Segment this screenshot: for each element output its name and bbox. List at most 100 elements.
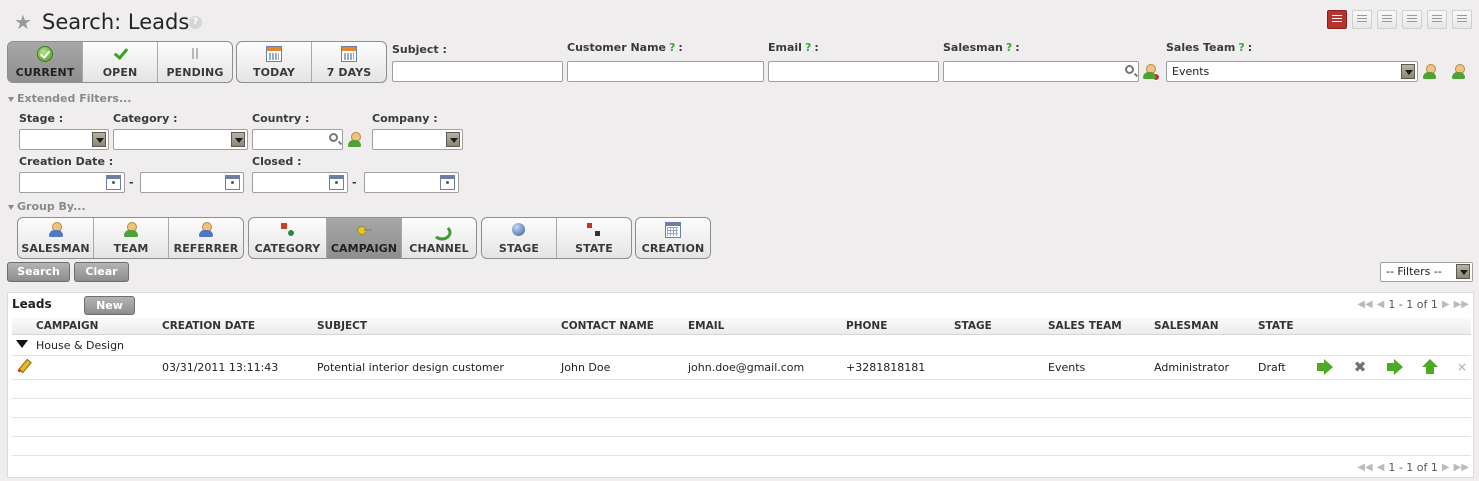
group-salesman-button[interactable]: SALESMAN (18, 218, 94, 258)
group-campaign-button[interactable]: CAMPAIGN (327, 218, 402, 258)
col-stage[interactable]: STAGE (954, 318, 992, 335)
col-sales-team[interactable]: SALES TEAM (1048, 318, 1122, 335)
col-state[interactable]: STATE (1258, 318, 1294, 335)
kanban-view-button[interactable] (1452, 10, 1472, 29)
pager-text[interactable]: 1 - 1 of 1 (1388, 461, 1438, 474)
stage-select[interactable] (19, 129, 109, 150)
list-view-button[interactable] (1327, 10, 1347, 29)
favorite-star-icon[interactable]: ★ (14, 10, 32, 34)
gantt-view-button[interactable] (1427, 10, 1447, 29)
delete-row-icon[interactable]: × (1457, 360, 1467, 374)
search-button[interactable]: Search (7, 262, 70, 282)
group-team-button[interactable]: TEAM (94, 218, 169, 258)
help-mark[interactable]: ? (805, 41, 811, 54)
sales-team-select[interactable]: Events (1166, 61, 1418, 82)
help-icon[interactable]: ? (189, 16, 202, 29)
subject-input[interactable] (392, 61, 563, 82)
col-creation-date[interactable]: CREATION DATE (162, 318, 255, 335)
group-label: House & Design (36, 339, 125, 352)
filter-current-button[interactable]: CURRENT (8, 42, 83, 82)
extended-filters-toggle[interactable]: Extended Filters... (8, 92, 131, 105)
row-divider (12, 379, 1471, 380)
creation-date-from[interactable] (19, 172, 125, 193)
chevron-down-icon[interactable] (1456, 264, 1470, 279)
closed-label: Closed : (252, 155, 302, 168)
filter-today-button[interactable]: TODAY (237, 42, 312, 82)
email-input[interactable] (768, 61, 939, 82)
group-state-label: STATE (575, 242, 613, 255)
group-category-button[interactable]: CATEGORY (249, 218, 327, 258)
customer-name-input[interactable] (567, 61, 764, 82)
filters-select[interactable]: -- Filters -- (1380, 262, 1473, 282)
pager-text[interactable]: 1 - 1 of 1 (1388, 298, 1438, 311)
closed-date-to[interactable] (364, 172, 459, 193)
convert-arrow-icon[interactable] (1387, 359, 1403, 375)
calendar-icon[interactable] (440, 175, 455, 190)
clear-button[interactable]: Clear (74, 262, 129, 282)
closed-date-from[interactable] (252, 172, 348, 193)
chevron-down-icon[interactable] (92, 132, 106, 147)
collapse-triangle-icon[interactable] (16, 340, 28, 348)
calendar-icon[interactable] (329, 175, 344, 190)
search-icon[interactable] (329, 133, 338, 142)
calendar-icon[interactable] (225, 175, 240, 190)
table-row[interactable]: 03/31/2011 13:11:43 Potential interior d… (12, 356, 1471, 379)
creation-date-to[interactable] (140, 172, 244, 193)
company-select[interactable] (372, 129, 463, 150)
chevron-down-icon[interactable] (1401, 64, 1415, 79)
form-view-button[interactable] (1352, 10, 1372, 29)
cancel-x-icon[interactable]: ✖ (1352, 359, 1368, 375)
user-remove-icon[interactable] (1142, 64, 1160, 81)
group-referrer-button[interactable]: REFERRER (169, 218, 243, 258)
col-contact-name[interactable]: CONTACT NAME (561, 318, 654, 335)
user-add-icon[interactable] (347, 132, 363, 148)
last-page-icon[interactable]: ▶▶ (1454, 299, 1469, 310)
new-button[interactable]: New (84, 296, 135, 315)
customer-name-text: Customer Name (567, 41, 666, 54)
my-team-icon[interactable] (1422, 64, 1438, 80)
open-arrow-icon[interactable] (1317, 359, 1333, 375)
group-team-label: TEAM (113, 242, 149, 255)
group-stage-button[interactable]: STAGE (482, 218, 557, 258)
col-email[interactable]: EMAIL (688, 318, 724, 335)
cell-sales-team: Events (1048, 361, 1086, 374)
calendar-view-button[interactable] (1402, 10, 1422, 29)
filter-open-label: OPEN (102, 66, 138, 79)
last-page-icon[interactable]: ▶▶ (1454, 462, 1469, 473)
group-channel-button[interactable]: CHANNEL (402, 218, 476, 258)
calendar-icon[interactable] (106, 175, 121, 190)
next-page-icon[interactable]: ▶ (1442, 299, 1450, 310)
escalate-arrow-icon[interactable] (1422, 359, 1438, 375)
chevron-down-icon[interactable] (231, 132, 245, 147)
group-state-button[interactable]: STATE (557, 218, 631, 258)
filter-open-button[interactable]: OPEN (83, 42, 158, 82)
first-page-icon[interactable]: ◀◀ (1357, 462, 1372, 473)
col-phone[interactable]: PHONE (846, 318, 887, 335)
filter-pending-button[interactable]: PENDING (158, 42, 232, 82)
user-team-icon[interactable] (1451, 64, 1467, 80)
first-page-icon[interactable]: ◀◀ (1357, 299, 1372, 310)
prev-page-icon[interactable]: ◀ (1377, 462, 1385, 473)
search-icon[interactable] (1125, 65, 1134, 74)
group-by-toggle[interactable]: Group By... (8, 200, 86, 213)
col-salesman[interactable]: SALESMAN (1154, 318, 1218, 335)
edit-pencil-icon[interactable] (16, 359, 32, 375)
country-input[interactable] (252, 129, 343, 150)
col-campaign[interactable]: CAMPAIGN (36, 318, 98, 335)
filter-7days-label: 7 DAYS (326, 66, 372, 79)
salesman-input[interactable] (943, 61, 1139, 82)
filter-7days-button[interactable]: 7 DAYS (312, 42, 386, 82)
next-page-icon[interactable]: ▶ (1442, 462, 1450, 473)
group-creation-button[interactable]: CREATION (636, 218, 710, 258)
chevron-down-icon[interactable] (446, 132, 460, 147)
graph-view-button[interactable] (1377, 10, 1397, 29)
help-mark[interactable]: ? (669, 41, 675, 54)
help-mark[interactable]: ? (1238, 41, 1244, 54)
group-row[interactable]: House & Design (12, 336, 1471, 355)
col-subject[interactable]: SUBJECT (317, 318, 367, 335)
category-select[interactable] (113, 129, 248, 150)
help-mark[interactable]: ? (1006, 41, 1012, 54)
subject-label: Subject : (392, 43, 447, 56)
prev-page-icon[interactable]: ◀ (1377, 299, 1385, 310)
cell-state: Draft (1258, 361, 1286, 374)
